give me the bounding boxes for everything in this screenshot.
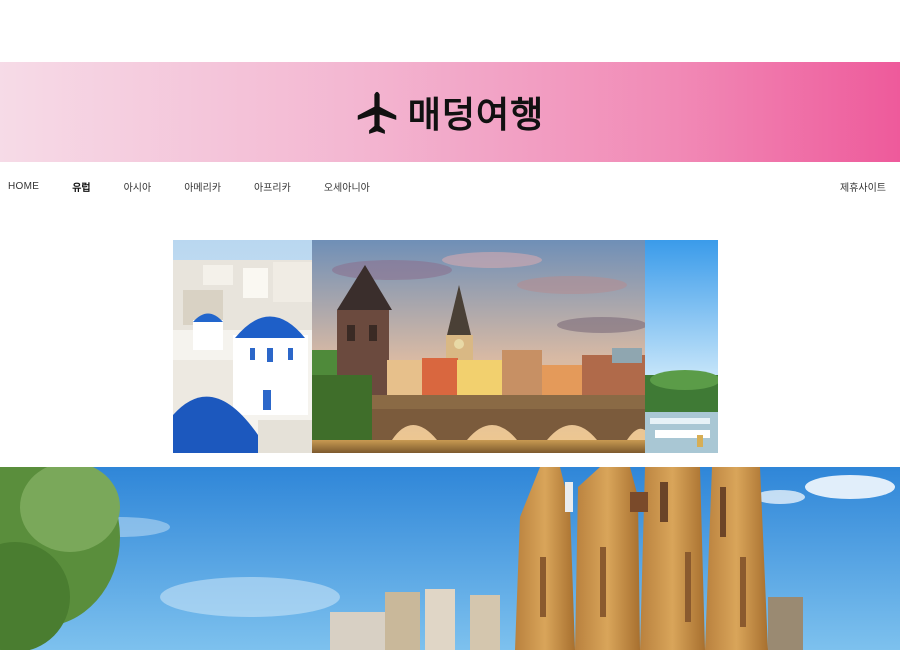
partner-sites-link[interactable]: 제휴사이트 xyxy=(840,179,886,194)
main-nav: HOME 유럽 아시아 아메리카 아프리카 오세아니아 제휴사이트 xyxy=(0,162,900,210)
brand-logo[interactable]: 매덩여행 xyxy=(356,86,544,138)
nav-item-europe[interactable]: 유럽 xyxy=(72,179,90,194)
santorini-photo[interactable] xyxy=(173,240,312,453)
nav-item-oceania[interactable]: 오세아니아 xyxy=(324,179,370,194)
prague-charles-bridge-photo[interactable] xyxy=(312,240,645,453)
image-gallery xyxy=(173,240,718,453)
fountain-sky-photo[interactable] xyxy=(645,240,718,453)
header-banner: 매덩여행 xyxy=(0,62,900,162)
nav-item-asia[interactable]: 아시아 xyxy=(124,179,152,194)
nav-item-america[interactable]: 아메리카 xyxy=(184,179,221,194)
airplane-icon xyxy=(357,91,396,134)
nav-item-home[interactable]: HOME xyxy=(8,181,39,192)
brand-name: 매덩여행 xyxy=(407,95,545,136)
nav-item-africa[interactable]: 아프리카 xyxy=(254,179,291,194)
hero-sagrada-familia-photo[interactable] xyxy=(0,467,900,650)
